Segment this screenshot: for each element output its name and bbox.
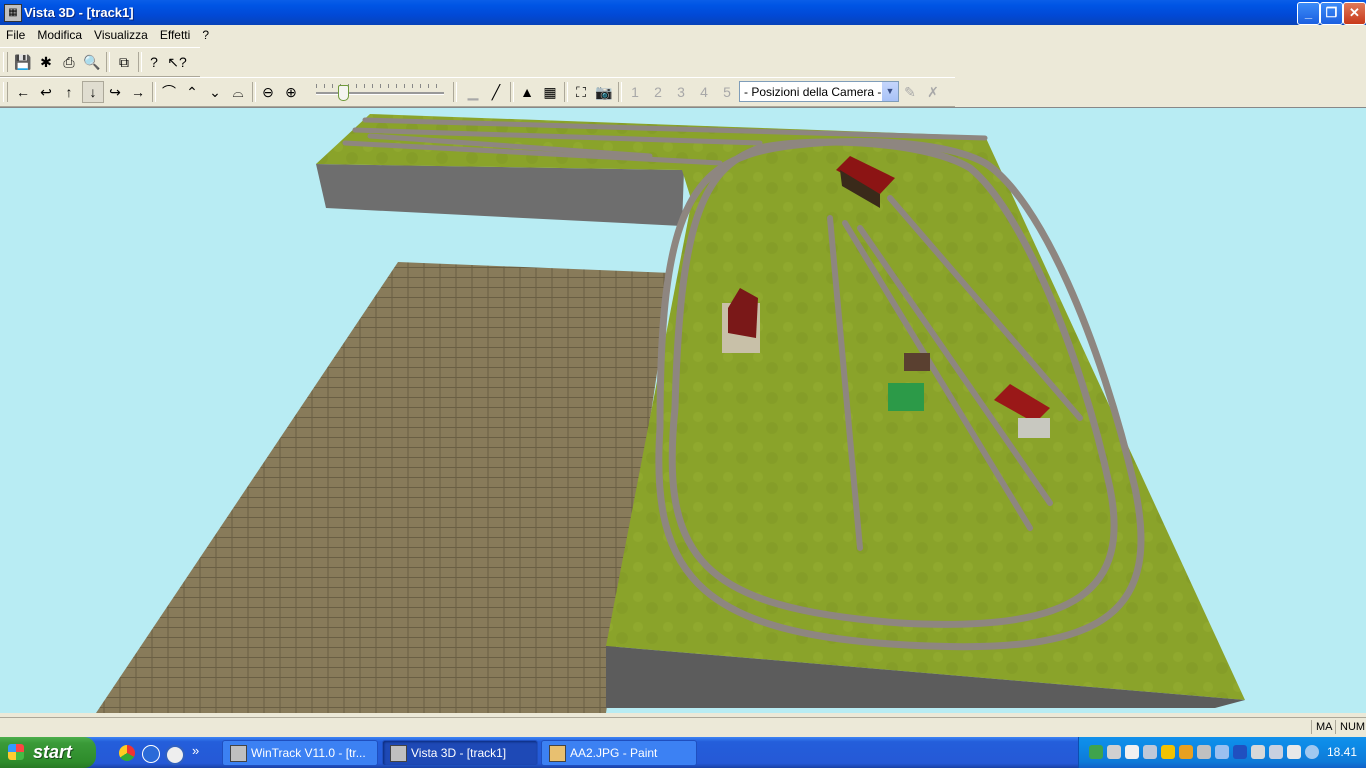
paint-icon xyxy=(549,745,566,762)
menu-help[interactable]: ? xyxy=(196,25,215,42)
tilt-down-icon[interactable]: ⌄ xyxy=(204,81,226,103)
toolbar-grip[interactable] xyxy=(3,82,8,102)
tray-icon[interactable] xyxy=(1197,745,1211,759)
layout-3d-scene xyxy=(96,114,1245,713)
context-help-icon[interactable]: ↖? xyxy=(166,51,188,73)
camera-preset-4-icon[interactable]: 4 xyxy=(693,81,715,103)
tray-icon[interactable] xyxy=(1143,745,1157,759)
close-button[interactable]: ✕ xyxy=(1343,2,1366,25)
menu-file[interactable]: File xyxy=(0,25,31,42)
board-side xyxy=(316,164,684,226)
menu-visualizza[interactable]: Visualizza xyxy=(88,25,154,42)
zoom-out-icon[interactable]: ⊖ xyxy=(257,81,279,103)
fit-view-icon[interactable]: ⛶ xyxy=(570,81,592,103)
camera-preset-3-icon[interactable]: 3 xyxy=(670,81,692,103)
bluetooth-icon[interactable] xyxy=(1233,745,1247,759)
task-wintrack[interactable]: WinTrack V11.0 - [tr... xyxy=(222,740,378,766)
chrome-icon[interactable] xyxy=(119,745,135,761)
camera-select-value: - Posizioni della Camera - xyxy=(744,85,882,99)
camera-icon[interactable]: 📷 xyxy=(593,81,615,103)
tray-icon[interactable] xyxy=(1251,745,1265,759)
wintrack-icon xyxy=(230,745,247,762)
arrow-right-icon[interactable]: → xyxy=(127,81,149,103)
grid-icon[interactable]: ▦ xyxy=(539,81,561,103)
arrow-left-icon[interactable]: ← xyxy=(12,81,34,103)
3d-viewport[interactable] xyxy=(0,107,1366,713)
vista3d-icon xyxy=(390,745,407,762)
menu-modifica[interactable]: Modifica xyxy=(31,25,88,42)
num-indicator: NUM xyxy=(1335,720,1366,734)
save-icon[interactable]: 💾 xyxy=(12,51,34,73)
taskbar: start » WinTrack V11.0 - [tr... Vista 3D… xyxy=(0,737,1366,768)
start-button[interactable]: start xyxy=(0,737,96,768)
restore-button[interactable]: ❐ xyxy=(1320,2,1343,25)
rotate-right-icon[interactable]: ↪ xyxy=(104,81,126,103)
orbit-icon[interactable]: ⌒ xyxy=(158,81,180,103)
arrow-down-icon[interactable]: ↓ xyxy=(82,81,104,103)
media-player-icon[interactable] xyxy=(165,745,185,765)
copy-icon[interactable]: ⧉ xyxy=(113,51,135,73)
explorer-icon[interactable] xyxy=(142,745,160,763)
tray-icon[interactable] xyxy=(1287,745,1301,759)
tray-icon[interactable] xyxy=(1089,745,1103,759)
clock: 18.41 xyxy=(1326,745,1357,759)
delete-camera-icon[interactable]: ✗ xyxy=(922,81,944,103)
menu-effetti[interactable]: Effetti xyxy=(154,25,196,42)
quicklaunch-more[interactable]: » xyxy=(192,743,199,758)
status-bar: MA NUM xyxy=(0,717,1366,737)
minimize-button[interactable]: _ xyxy=(1297,2,1320,25)
tray-icon[interactable] xyxy=(1215,745,1229,759)
search-icon[interactable] xyxy=(1305,745,1319,759)
camera-positions-select[interactable]: - Posizioni della Camera - ▼ xyxy=(739,81,899,102)
add-camera-icon[interactable]: ✎ xyxy=(899,81,921,103)
tray-icon[interactable] xyxy=(1125,745,1139,759)
system-tray: 18.41 xyxy=(1078,737,1366,768)
security-shield-icon[interactable] xyxy=(1161,745,1175,759)
help-icon[interactable]: ? xyxy=(143,51,165,73)
camera-preset-5-icon[interactable]: 5 xyxy=(716,81,738,103)
zoom-slider-thumb[interactable] xyxy=(338,85,349,101)
app-icon[interactable]: ▦ xyxy=(4,4,22,22)
menu-bar: File Modifica Visualizza Effetti? xyxy=(0,25,1366,45)
tray-icon[interactable] xyxy=(1269,745,1283,759)
rotate-left-icon[interactable]: ↩ xyxy=(35,81,57,103)
pan-icon[interactable]: ⌓ xyxy=(227,81,249,103)
terrain-icon[interactable]: ▲ xyxy=(516,81,538,103)
tilt-up-icon[interactable]: ⌃ xyxy=(181,81,203,103)
arrow-up-icon[interactable]: ↑ xyxy=(58,81,80,103)
task-vista3d[interactable]: Vista 3D - [track1] xyxy=(382,740,538,766)
file-toolbar: 💾 ✱ ⎙ 🔍 ⧉ ? ↖? xyxy=(0,47,200,77)
toolbar-grip[interactable] xyxy=(3,52,8,72)
camera-preset-2-icon[interactable]: 2 xyxy=(647,81,669,103)
train-icon[interactable]: ╱ xyxy=(485,81,507,103)
print-preview-icon[interactable]: 🔍 xyxy=(81,51,103,73)
network-icon[interactable] xyxy=(1107,745,1121,759)
zoom-in-icon[interactable]: ⊕ xyxy=(280,81,302,103)
print-icon[interactable]: ⎙ xyxy=(58,51,80,73)
chevron-down-icon[interactable]: ▼ xyxy=(882,82,898,101)
zoom-slider[interactable] xyxy=(316,84,446,101)
windows-logo-icon xyxy=(8,744,24,760)
board-top xyxy=(606,136,1245,700)
floor xyxy=(96,262,672,713)
camera-preset-1-icon[interactable]: 1 xyxy=(624,81,646,103)
tray-icon[interactable] xyxy=(1179,745,1193,759)
window-title: Vista 3D - [track1] xyxy=(24,5,134,20)
track-level-icon[interactable]: ▁ xyxy=(462,81,484,103)
title-bar: ▦ Vista 3D - [track1] _ ❐ ✕ xyxy=(0,0,1366,25)
render-icon[interactable]: ✱ xyxy=(35,51,57,73)
task-paint[interactable]: AA2.JPG - Paint xyxy=(541,740,697,766)
